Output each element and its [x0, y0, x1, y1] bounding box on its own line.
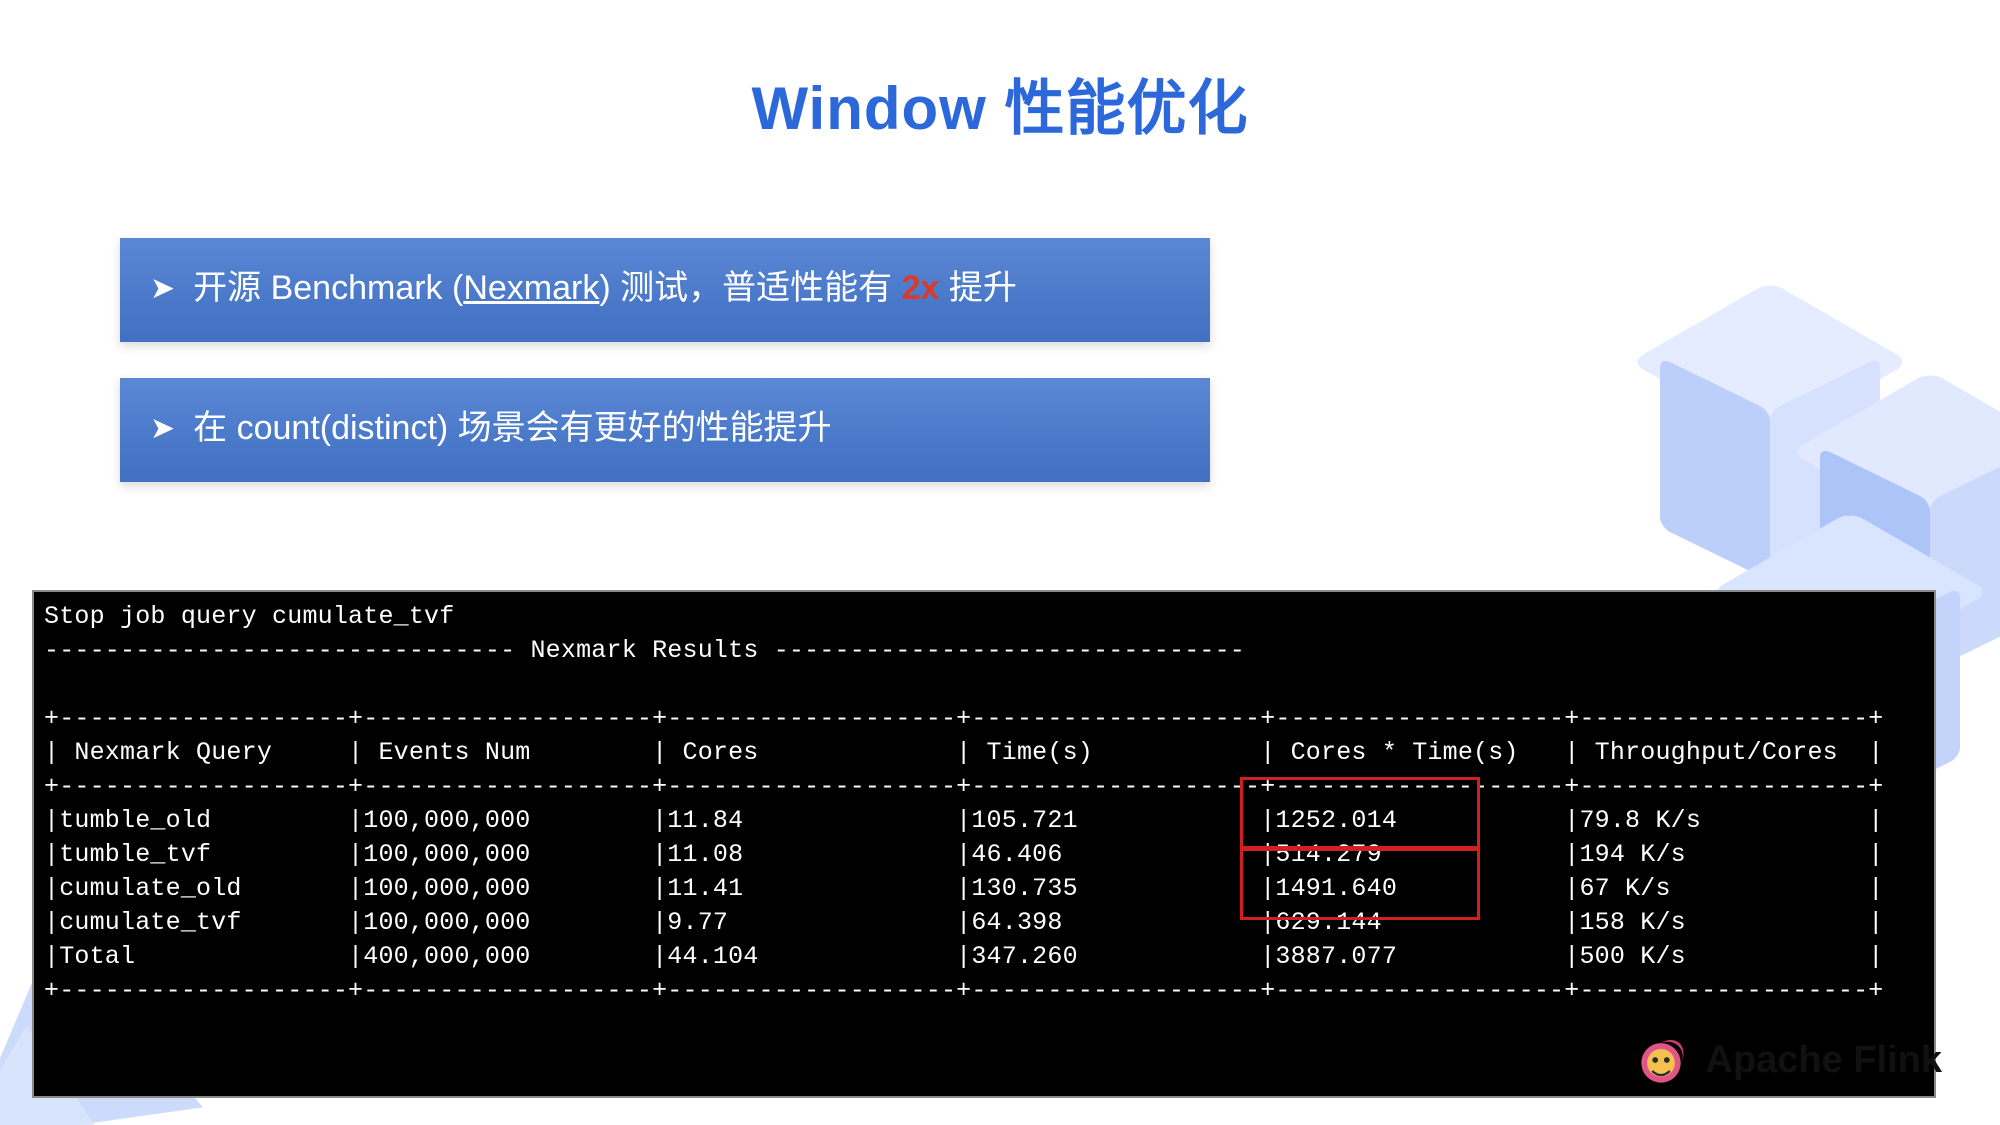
callout-distinct-text: 在 count(distinct) 场景会有更好的性能提升	[193, 406, 832, 452]
page-title: Window 性能优化	[0, 60, 2000, 147]
terminal-sep: +-------------------+-------------------…	[44, 772, 1884, 801]
nexmark-link[interactable]: Nexmark	[463, 269, 599, 307]
callout-stack: ➤ 开源 Benchmark (Nexmark) 测试，普适性能有 2x 提升 …	[120, 238, 1210, 518]
callout-benchmark: ➤ 开源 Benchmark (Nexmark) 测试，普适性能有 2x 提升	[120, 238, 1210, 342]
bullet-arrow-icon: ➤	[150, 409, 175, 450]
table-row: |tumble_tvf |100,000,000 |11.08 |46.406 …	[44, 840, 1884, 869]
terminal-job-line: Stop job query cumulate_tvf	[44, 602, 454, 631]
callout-benchmark-text: 开源 Benchmark (Nexmark) 测试，普适性能有 2x 提升	[193, 266, 1017, 312]
bullet-arrow-icon: ➤	[150, 269, 175, 310]
terminal-sep: +-------------------+-------------------…	[44, 976, 1884, 1005]
callout-benchmark-em: 2x	[902, 269, 940, 307]
footer-logo: Apache Flink	[1632, 1031, 1943, 1089]
table-row: |Total |400,000,000 |44.104 |347.260 |38…	[44, 942, 1884, 971]
terminal-banner-dash: -------------------------------	[44, 636, 515, 665]
terminal-output: Stop job query cumulate_tvf ------------…	[32, 590, 1936, 1098]
terminal-header: | Nexmark Query | Events Num | Cores | T…	[44, 738, 1884, 767]
table-row: |tumble_old |100,000,000 |11.84 |105.721…	[44, 806, 1884, 835]
table-row: |cumulate_old |100,000,000 |11.41 |130.7…	[44, 874, 1884, 903]
terminal-sep: +-------------------+-------------------…	[44, 704, 1884, 733]
flink-squirrel-icon	[1632, 1031, 1690, 1089]
terminal-banner-title: Nexmark Results	[515, 636, 773, 665]
terminal-banner-dash: -------------------------------	[774, 636, 1245, 665]
callout-benchmark-mid: ) 测试，普适性能有	[599, 269, 901, 307]
callout-benchmark-before: 开源 Benchmark (	[193, 269, 463, 307]
table-row: |cumulate_tvf |100,000,000 |9.77 |64.398…	[44, 908, 1884, 937]
callout-benchmark-after: 提升	[939, 269, 1016, 307]
footer-product-name: Apache Flink	[1706, 1039, 1943, 1082]
callout-distinct: ➤ 在 count(distinct) 场景会有更好的性能提升	[120, 378, 1210, 482]
